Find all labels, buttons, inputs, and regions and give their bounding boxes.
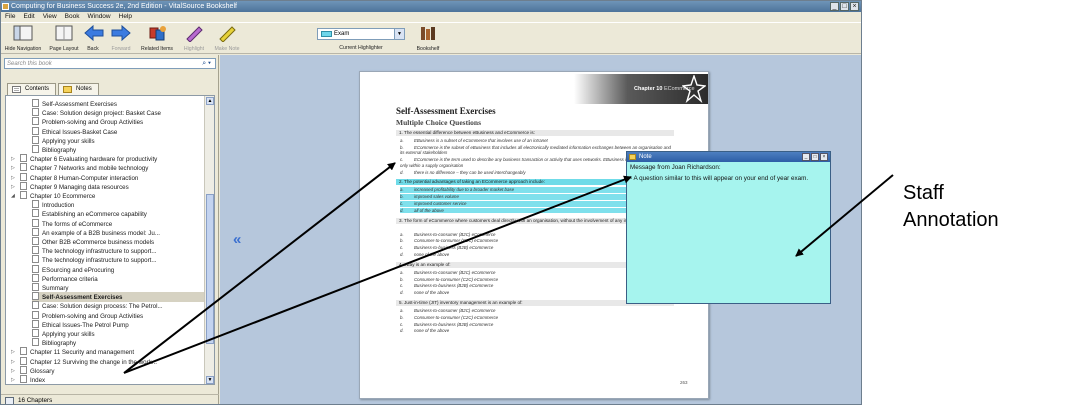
arrow-to-highlight [123, 162, 396, 374]
annotation-arrows [123, 162, 894, 374]
arrow-to-note-tab [123, 175, 632, 374]
arrow-to-note-window [795, 174, 894, 257]
